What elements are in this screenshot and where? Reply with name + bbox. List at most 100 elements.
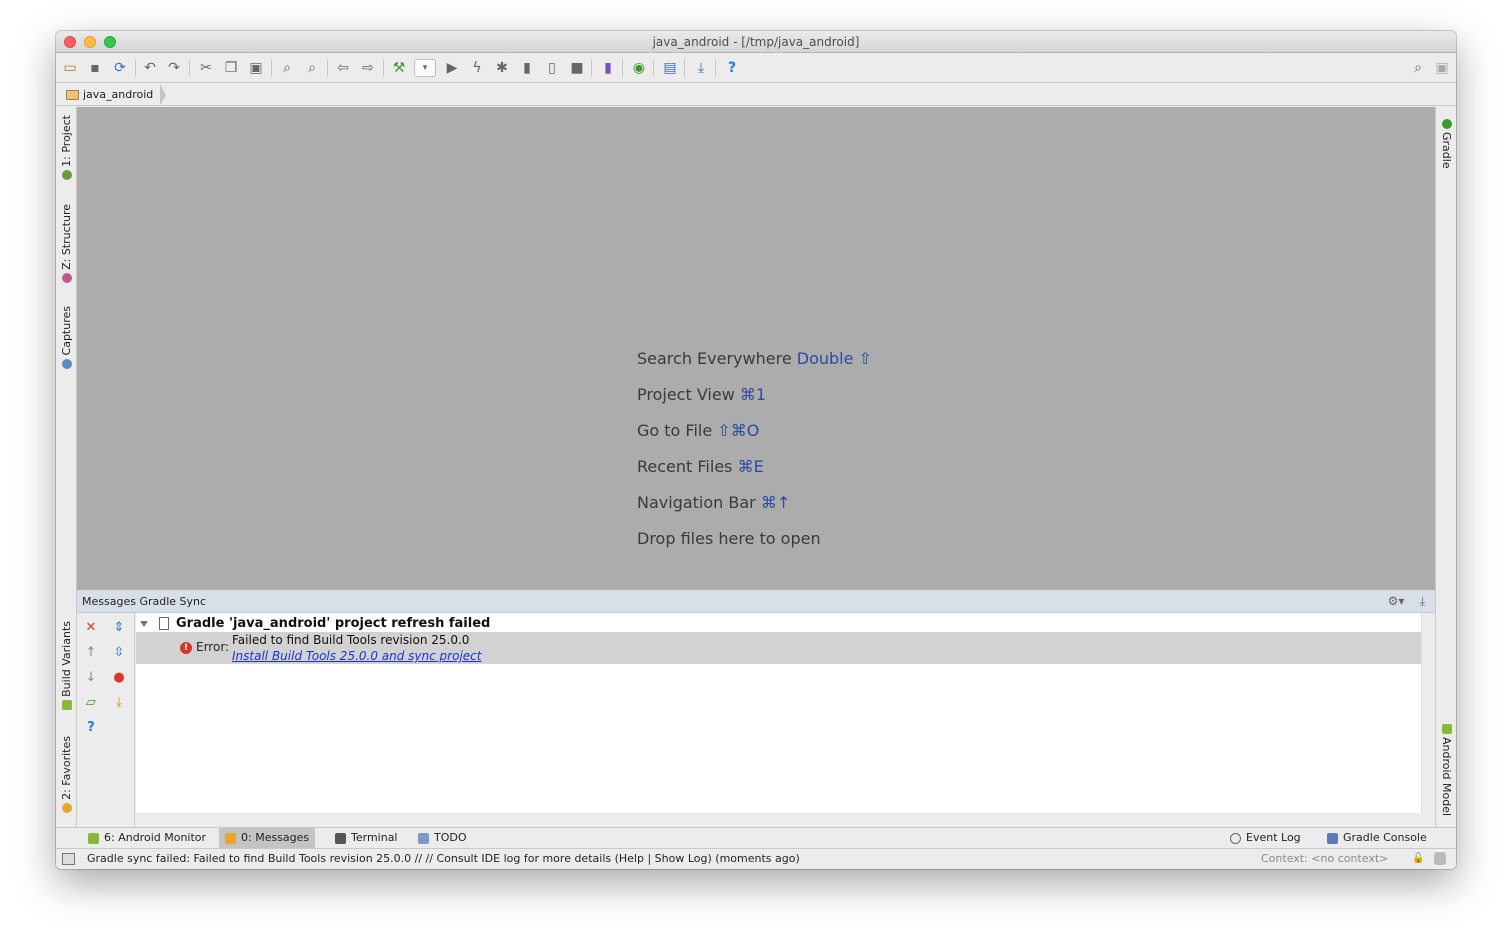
- redo-icon[interactable]: ↷: [164, 58, 184, 78]
- find-icon[interactable]: ⌕: [277, 58, 297, 78]
- download-icon[interactable]: ⤓: [110, 694, 128, 712]
- tab-project[interactable]: 1: Project: [56, 113, 77, 185]
- hint-drop-files: Drop files here to open: [637, 529, 821, 548]
- next-message-icon[interactable]: ↓: [82, 669, 100, 687]
- tab-captures[interactable]: Captures: [56, 303, 77, 375]
- toolbar-separator: [271, 59, 272, 77]
- main-toolbar: ▭ ▪ ⟳ ↶ ↷ ✂ ❐ ▣ ⌕ ⌕ ⇦ ⇨ ⚒ ▾ ▶ ϟ ✱ ▮ ▯ ■ …: [56, 53, 1456, 83]
- settings-gear-icon[interactable]: ⚙▾: [1388, 594, 1405, 608]
- captures-icon: [61, 358, 72, 369]
- right-tool-strip: Gradle Android Model: [1435, 107, 1456, 827]
- editor-empty-area[interactable]: Search Everywhere Double ⇧ Project View …: [77, 107, 1435, 590]
- undo-icon[interactable]: ↶: [140, 58, 160, 78]
- message-group-row[interactable]: Gradle 'java_android' project refresh fa…: [136, 615, 490, 633]
- tab-todo[interactable]: TODO: [412, 828, 473, 848]
- hint-navigation-bar: Navigation Bar ⌘↑: [637, 493, 791, 512]
- tool-windows-toggle-icon[interactable]: [62, 853, 75, 865]
- help-icon[interactable]: ?: [82, 719, 100, 737]
- build-icon[interactable]: ⚒: [389, 58, 409, 78]
- folder-icon: [66, 90, 79, 100]
- cut-icon[interactable]: ✂: [196, 58, 216, 78]
- status-bar: Gradle sync failed: Failed to find Build…: [56, 848, 1456, 869]
- tab-terminal[interactable]: Terminal: [329, 828, 404, 848]
- search-icon[interactable]: ⌕: [1408, 58, 1428, 78]
- avd-icon[interactable]: ▮: [598, 58, 618, 78]
- messages-toolbar: ✕ ⇕ ↑ ⇳ ↓ ● ▱ ⤓ ?: [77, 613, 135, 827]
- expand-all-icon[interactable]: ⇕: [110, 619, 128, 637]
- lock-icon[interactable]: 🔓: [1412, 853, 1424, 864]
- hint-project-view: Project View ⌘1: [637, 385, 767, 404]
- hide-panel-icon[interactable]: ⤓: [1420, 594, 1425, 608]
- filter-warnings-icon[interactable]: ●: [110, 669, 128, 687]
- export-icon[interactable]: ▱: [82, 694, 100, 712]
- tab-build-variants[interactable]: Build Variants: [56, 621, 77, 713]
- replace-icon[interactable]: ⌕: [302, 58, 322, 78]
- project-structure-icon[interactable]: ▤: [660, 58, 680, 78]
- close-icon[interactable]: ✕: [82, 619, 100, 637]
- debug-icon[interactable]: ✱: [492, 58, 512, 78]
- status-message[interactable]: Gradle sync failed: Failed to find Build…: [87, 852, 800, 865]
- status-context[interactable]: Context: <no context>: [1261, 852, 1388, 865]
- inspector-icon[interactable]: [1434, 852, 1446, 865]
- collapse-all-icon[interactable]: ⇳: [110, 644, 128, 662]
- error-icon: !: [180, 642, 192, 654]
- error-text: Failed to find Build Tools revision 25.0…: [232, 633, 470, 647]
- copy-icon[interactable]: ❐: [221, 58, 241, 78]
- hint-go-to-file: Go to File ⇧⌘O: [637, 421, 760, 440]
- forward-icon[interactable]: ⇨: [358, 58, 378, 78]
- gradle-sync-icon[interactable]: ◉: [629, 58, 649, 78]
- tab-gradle-console[interactable]: Gradle Console: [1321, 828, 1433, 848]
- expand-triangle-icon[interactable]: [140, 621, 148, 627]
- hint-recent-files: Recent Files ⌘E: [637, 457, 764, 476]
- structure-icon: [61, 272, 72, 283]
- console-icon: [1327, 832, 1338, 844]
- toolbar-separator: [715, 59, 716, 77]
- run-config-dropdown[interactable]: ▾: [414, 59, 436, 77]
- save-icon[interactable]: ▪: [85, 58, 105, 78]
- paste-icon[interactable]: ▣: [246, 58, 266, 78]
- previous-message-icon[interactable]: ↑: [82, 644, 100, 662]
- tab-android-model[interactable]: Android Model: [1436, 719, 1456, 819]
- tab-messages[interactable]: 0: Messages: [219, 828, 316, 848]
- title-bar: java_android - [/tmp/java_android]: [56, 31, 1456, 53]
- tab-favorites[interactable]: 2: Favorites: [56, 733, 77, 819]
- tab-android-monitor[interactable]: 6: Android Monitor: [82, 828, 212, 848]
- tab-structure[interactable]: Z: Structure: [56, 203, 77, 287]
- android-icon: [61, 699, 72, 710]
- sync-icon[interactable]: ⟳: [110, 58, 130, 78]
- install-build-tools-link[interactable]: Install Build Tools 25.0.0 and sync proj…: [232, 649, 481, 663]
- sdk-manager-icon[interactable]: ⤓: [691, 58, 711, 78]
- stop-icon[interactable]: ■: [567, 58, 587, 78]
- android-icon: [88, 832, 99, 844]
- messages-header: Messages Gradle Sync ⚙▾ ⤓: [77, 590, 1435, 613]
- help-icon[interactable]: ?: [722, 58, 742, 78]
- messages-scrollbar[interactable]: [1421, 613, 1435, 813]
- profile-icon[interactable]: ▮: [517, 58, 537, 78]
- breadcrumb-label: java_android: [83, 88, 154, 101]
- attach-icon[interactable]: ▯: [542, 58, 562, 78]
- run-icon[interactable]: ▶: [442, 58, 462, 78]
- error-message-row[interactable]: ! Error: Failed to find Build Tools revi…: [136, 632, 1421, 664]
- star-icon: [61, 802, 72, 813]
- messages-tree[interactable]: Gradle 'java_android' project refresh fa…: [136, 613, 1421, 813]
- tab-event-log[interactable]: Event Log: [1224, 828, 1307, 848]
- toolbar-separator: [591, 59, 592, 77]
- window-title: java_android - [/tmp/java_android]: [652, 35, 860, 49]
- tab-gradle[interactable]: Gradle: [1436, 113, 1456, 171]
- open-icon[interactable]: ▭: [60, 58, 80, 78]
- toolbar-separator: [327, 59, 328, 77]
- editor-hints: Search Everywhere Double ⇧ Project View …: [637, 341, 872, 557]
- toolbar-separator: [189, 59, 190, 77]
- toolbar-separator: [135, 59, 136, 77]
- toolbar-separator: [622, 59, 623, 77]
- navigation-bar: java_android: [56, 84, 1456, 106]
- back-icon[interactable]: ⇦: [333, 58, 353, 78]
- apply-changes-icon[interactable]: ϟ: [467, 58, 487, 78]
- terminal-icon: [335, 832, 346, 844]
- toolbar-separator: [684, 59, 685, 77]
- toolbar-separator: [653, 59, 654, 77]
- event-log-icon: [1230, 832, 1241, 844]
- user-icon[interactable]: ▣: [1432, 58, 1452, 78]
- breadcrumb[interactable]: java_android: [64, 86, 159, 104]
- android-icon: [1441, 724, 1452, 735]
